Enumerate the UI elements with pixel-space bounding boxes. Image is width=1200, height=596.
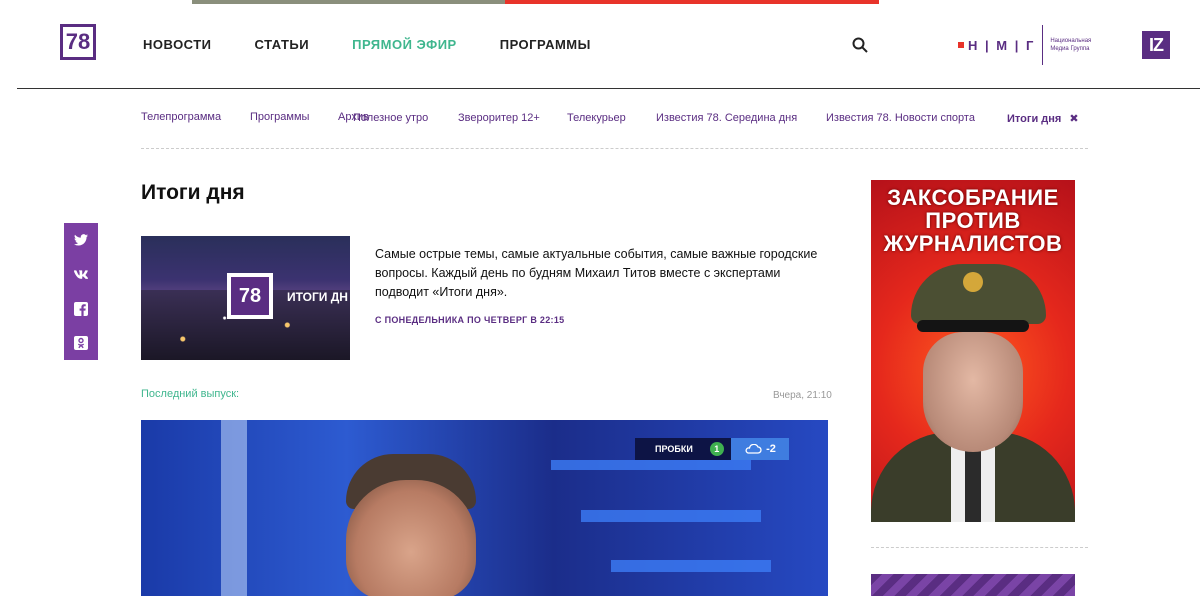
program-schedule: С ПОНЕДЕЛЬНИКА ПО ЧЕТВЕРГ В 22:15: [375, 315, 565, 325]
subnav-itogi-dnya[interactable]: Итоги дня ✖: [1007, 112, 1079, 125]
program-description: Самые острые темы, самые актуальные собы…: [375, 247, 818, 299]
weather-widget: -2: [731, 438, 789, 460]
nmg-logo[interactable]: Н | М | Г Национальная Медиа Группа: [958, 24, 1096, 66]
close-icon[interactable]: ✖: [1069, 113, 1078, 125]
subnav-programs[interactable]: Программы: [250, 111, 309, 123]
latest-episode-label: Последний выпуск:: [141, 388, 240, 400]
nav-articles[interactable]: СТАТЬИ: [255, 37, 310, 52]
subnav-zverorider[interactable]: Звероритер 12+: [458, 112, 540, 124]
search-icon[interactable]: [852, 37, 868, 53]
nav-programs[interactable]: ПРОГРАММЫ: [500, 37, 591, 52]
nmg-subtitle: Национальная Медиа Группа: [1050, 38, 1092, 52]
program-thumbnail[interactable]: 78 ИТОГИ ДН: [141, 236, 350, 360]
cloud-icon: [745, 444, 762, 454]
nav-live[interactable]: ПРЯМОЙ ЭФИР: [352, 37, 457, 52]
program-subnav: Телепрограмма Программы Архив Полезное у…: [141, 108, 1088, 149]
twitter-icon[interactable]: [74, 233, 88, 247]
subnav-tv-program[interactable]: Телепрограмма: [141, 111, 221, 123]
video-player[interactable]: ПРОБКИ 1 -2: [141, 420, 828, 596]
page-title: Итоги дня: [141, 181, 245, 204]
facebook-icon[interactable]: [74, 301, 88, 316]
sidebar-ad[interactable]: ЗАКСОБРАНИЕ ПРОТИВ ЖУРНАЛИСТОВ: [871, 180, 1075, 522]
nmg-letters: Н | М | Г: [968, 37, 1036, 53]
presenter-image: [346, 480, 476, 596]
sidebar-divider: [871, 547, 1088, 548]
sidebar-ad-2[interactable]: [871, 574, 1075, 596]
site-header: 78 НОВОСТИ СТАТЬИ ПРЯМОЙ ЭФИР ПРОГРАММЫ …: [17, 0, 1200, 89]
subnav-izvestia-sport[interactable]: Известия 78. Новости спорта: [826, 112, 975, 124]
thumbnail-label: ИТОГИ ДН: [287, 290, 348, 304]
vk-icon[interactable]: [74, 267, 88, 281]
odnoklassniki-icon[interactable]: [74, 335, 88, 350]
main-nav: НОВОСТИ СТАТЬИ ПРЯМОЙ ЭФИР ПРОГРАММЫ: [143, 37, 634, 52]
subnav-useful-morning[interactable]: Полезное утро: [353, 112, 428, 124]
traffic-score: 1: [709, 442, 724, 456]
traffic-widget: ПРОБКИ 1: [635, 438, 731, 460]
latest-episode-time: Вчера, 21:10: [773, 390, 832, 401]
iz-logo[interactable]: IZ: [1142, 31, 1170, 59]
social-share-bar: [64, 223, 98, 360]
channel-78-badge: 78: [227, 273, 273, 319]
site-logo[interactable]: 78: [60, 24, 96, 60]
subnav-izvestia-midday[interactable]: Известия 78. Середина дня: [656, 112, 797, 124]
nav-news[interactable]: НОВОСТИ: [143, 37, 212, 52]
ad-headline: ЗАКСОБРАНИЕ ПРОТИВ ЖУРНАЛИСТОВ: [883, 185, 1063, 256]
subnav-telecourier[interactable]: Телекурьер: [567, 112, 626, 124]
subnav-active-label: Итоги дня: [1007, 113, 1062, 125]
